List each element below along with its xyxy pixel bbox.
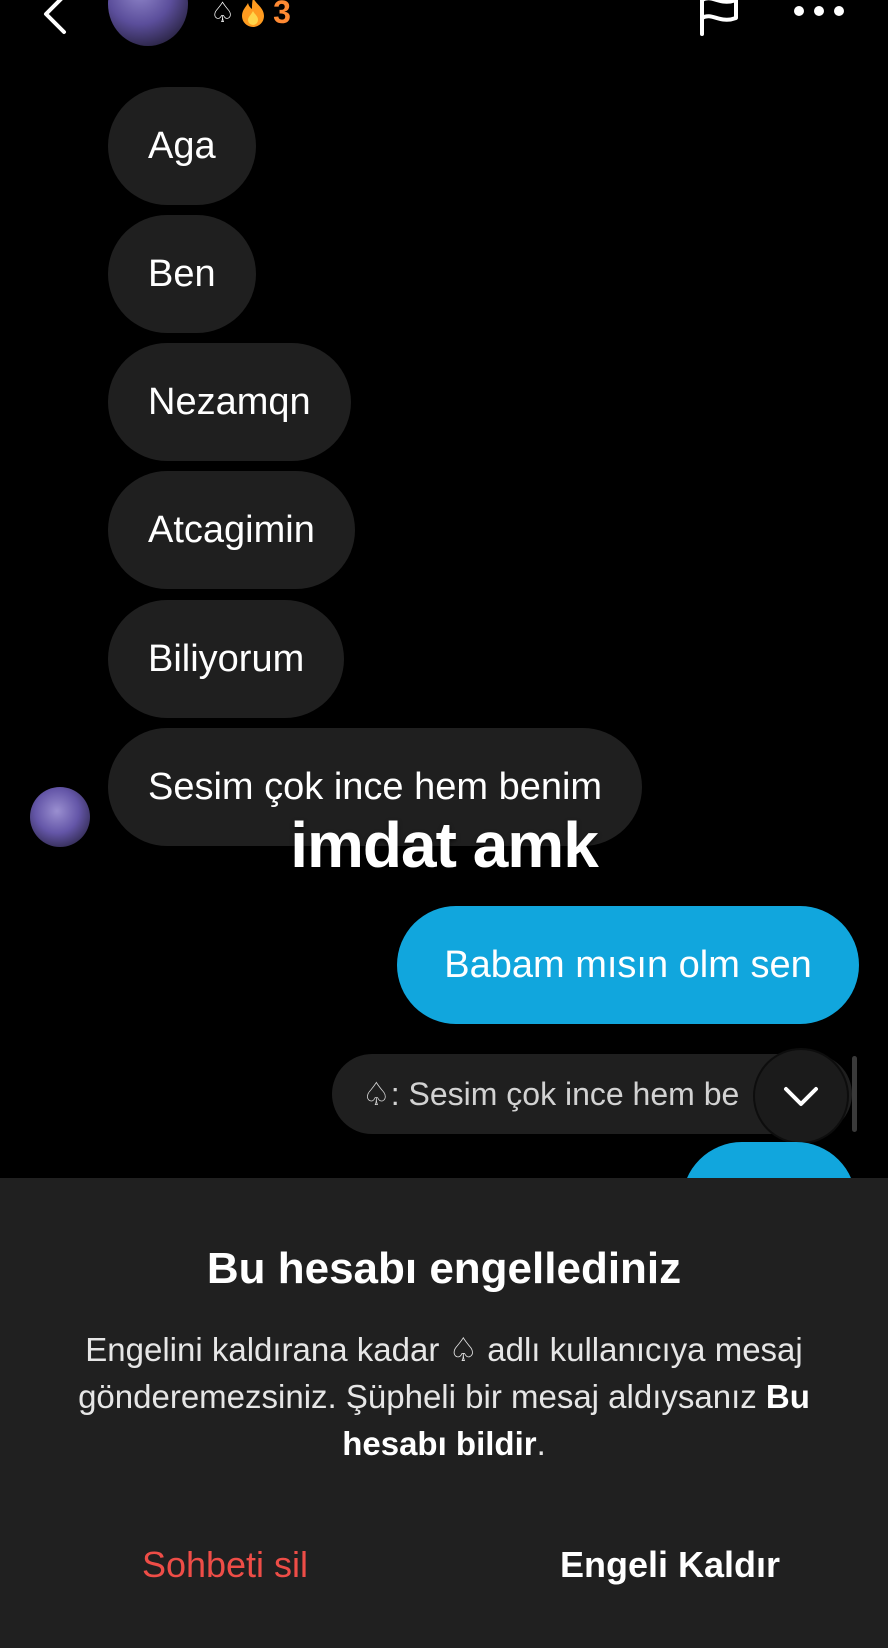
blocked-description-text: Engelini kaldırana kadar ♤ adlı kullanıc… — [78, 1331, 803, 1415]
message-bubble[interactable]: Atcagimin — [108, 471, 355, 589]
message-bubble[interactable]: Nezamqn — [108, 343, 351, 461]
blocked-description-end: . — [536, 1425, 546, 1462]
message-bubble[interactable]: Biliyorum — [108, 600, 345, 718]
blocked-title: Bu hesabı engellediniz — [206, 1244, 682, 1293]
message-bubble[interactable]: Ben — [108, 215, 256, 333]
back-icon[interactable] — [38, 0, 72, 36]
scroll-down-button[interactable] — [755, 1050, 847, 1142]
avatar[interactable] — [108, 0, 188, 46]
chat-header: ♤ 3 — [0, 0, 888, 50]
sent-message-bubble[interactable]: Babam mısın olm sen — [397, 906, 859, 1024]
streak-count: 3 — [273, 0, 291, 30]
blocked-sheet: Bu hesabı engellediniz Engelini kaldıran… — [0, 1178, 888, 1648]
message-bubble[interactable]: Aga — [108, 87, 256, 205]
delete-chat-button[interactable]: Sohbeti sil — [110, 1530, 340, 1600]
chevron-down-icon — [784, 1087, 818, 1106]
flag-icon[interactable] — [696, 0, 742, 38]
reply-preview-text: ♤: Sesim çok ince hem be — [362, 1076, 740, 1112]
overlay-caption: imdat amk — [290, 809, 599, 881]
blocked-description: Engelini kaldırana kadar ♤ adlı kullanıc… — [60, 1326, 828, 1467]
spade-username: ♤ — [210, 0, 236, 29]
unblock-button[interactable]: Engeli Kaldır — [540, 1530, 800, 1600]
fire-icon — [242, 0, 265, 27]
username-row[interactable]: ♤ 3 — [210, 0, 291, 30]
more-icon[interactable] — [792, 4, 846, 18]
scrollbar[interactable] — [852, 1056, 857, 1132]
